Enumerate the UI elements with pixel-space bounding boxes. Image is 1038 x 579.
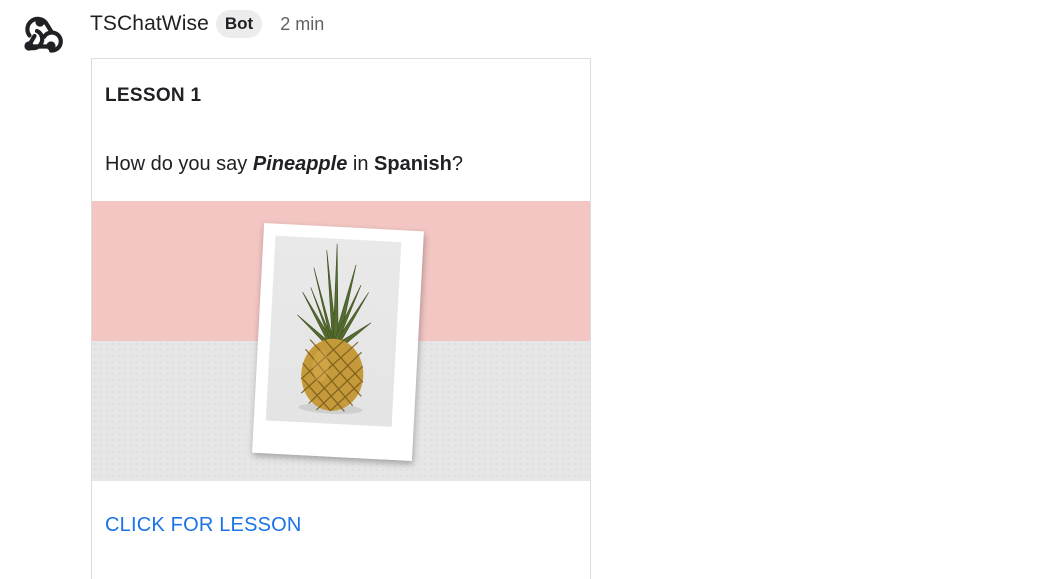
bot-badge: Bot [215, 10, 263, 38]
question-middle: in [347, 153, 375, 175]
question-word: Pineapple [252, 153, 348, 175]
polaroid-frame [252, 222, 424, 462]
question-language: Spanish [374, 153, 452, 175]
card-title: LESSON 1 [105, 85, 202, 106]
click-for-lesson-button[interactable]: CLICK FOR LESSON [105, 514, 302, 537]
question-suffix: ? [451, 153, 463, 175]
lesson-card: LESSON 1 How do you say Pineapple in Spa… [91, 58, 591, 579]
sender-name[interactable]: TSChatWise [90, 12, 209, 36]
message-header: TSChatWise Bot 2 min [90, 10, 324, 38]
pineapple-photo [265, 235, 402, 427]
card-image [92, 201, 590, 481]
message-timestamp: 2 min [280, 13, 325, 34]
webhook-icon [16, 9, 64, 55]
card-question: How do you say Pineapple in Spanish? [105, 153, 463, 176]
question-prefix: How do you say [105, 153, 253, 175]
